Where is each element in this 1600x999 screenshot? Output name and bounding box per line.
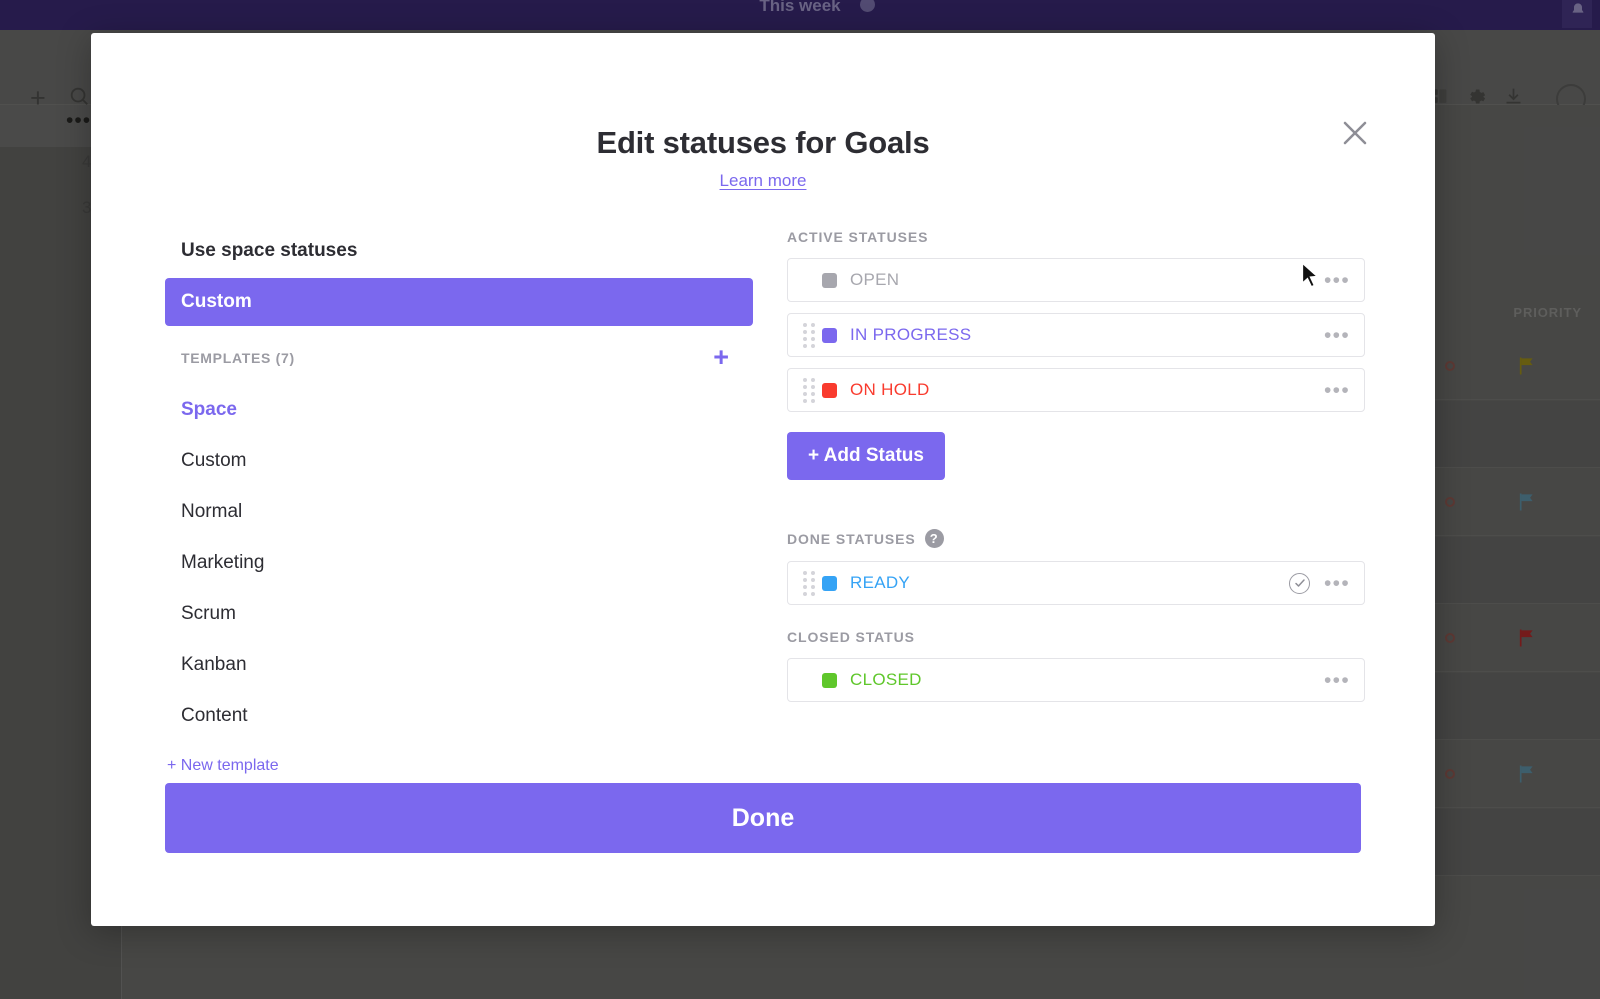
template-item-space[interactable]: Space <box>165 391 753 429</box>
active-statuses-label: ACTIVE STATUSES <box>787 229 1365 245</box>
closed-status-section: CLOSED STATUS CLOSED ••• <box>787 629 1365 702</box>
template-item-kanban[interactable]: Kanban <box>165 646 753 684</box>
check-circle-icon[interactable] <box>1289 572 1311 594</box>
done-statuses-section: DONE STATUSES ? READY ••• <box>787 529 1365 605</box>
status-name: OPEN <box>850 270 900 289</box>
status-row-open[interactable]: OPEN ••• <box>787 258 1365 302</box>
custom-statuses-option[interactable]: Custom <box>165 278 753 326</box>
templates-panel: Use space statuses Custom TEMPLATES (7) … <box>165 229 753 775</box>
closed-status-label: CLOSED STATUS <box>787 629 1365 645</box>
closed-status-label-text: CLOSED STATUS <box>787 629 915 645</box>
ellipsis-icon[interactable]: ••• <box>1324 270 1350 291</box>
learn-more-container: Learn more <box>91 171 1435 191</box>
status-name: IN PROGRESS <box>850 325 972 344</box>
status-row-closed[interactable]: CLOSED ••• <box>787 658 1365 702</box>
templates-header: TEMPLATES (7) + <box>165 326 753 377</box>
ellipsis-icon[interactable]: ••• <box>1324 670 1350 691</box>
use-space-statuses-option[interactable]: Use space statuses <box>165 229 753 273</box>
status-row-in-progress[interactable]: IN PROGRESS ••• <box>787 313 1365 357</box>
done-statuses-label: DONE STATUSES ? <box>787 529 1365 548</box>
page-title: Edit statuses for Goals <box>596 125 930 160</box>
template-item-normal[interactable]: Normal <box>165 493 753 531</box>
template-item-marketing[interactable]: Marketing <box>165 544 753 582</box>
status-row-actions: ••• <box>1324 380 1364 401</box>
templates-label: TEMPLATES (7) <box>181 349 295 366</box>
ellipsis-icon[interactable]: ••• <box>1324 573 1350 594</box>
status-row-actions: ••• <box>1324 325 1364 346</box>
done-statuses-label-text: DONE STATUSES <box>787 530 916 547</box>
status-row-actions: ••• <box>1289 572 1364 594</box>
drag-handle-icon[interactable] <box>796 570 822 596</box>
status-name: ON HOLD <box>850 380 930 399</box>
done-button[interactable]: Done <box>165 783 1361 853</box>
template-item-content[interactable]: Content <box>165 697 753 735</box>
learn-more-link[interactable]: Learn more <box>720 171 807 190</box>
active-statuses-label-text: ACTIVE STATUSES <box>787 229 929 245</box>
statuses-panel: ACTIVE STATUSES OPEN ••• IN PROGRESS ••• <box>787 229 1365 713</box>
help-icon[interactable]: ? <box>924 529 944 548</box>
status-color-swatch[interactable] <box>822 327 837 343</box>
templates-list: Space Custom Normal Marketing Scrum Kanb… <box>165 391 753 735</box>
status-color-swatch[interactable] <box>822 575 837 591</box>
template-item-scrum[interactable]: Scrum <box>165 595 753 633</box>
new-template-button[interactable]: + New template <box>165 757 753 775</box>
status-name: CLOSED <box>850 670 922 689</box>
edit-statuses-modal: Edit statuses for Goals Learn more Use s… <box>91 33 1435 926</box>
ellipsis-icon[interactable]: ••• <box>1324 325 1350 346</box>
add-status-button[interactable]: + Add Status <box>787 432 945 480</box>
status-row-on-hold[interactable]: ON HOLD ••• <box>787 368 1365 412</box>
status-row-ready[interactable]: READY ••• <box>787 561 1365 605</box>
drag-handle-icon[interactable] <box>796 322 822 348</box>
status-row-actions: ••• <box>1324 670 1364 691</box>
status-row-actions: ••• <box>1324 270 1364 291</box>
status-name: READY <box>850 573 911 592</box>
drag-handle-icon[interactable] <box>796 377 822 403</box>
plus-icon[interactable]: + <box>713 344 737 371</box>
template-item-custom[interactable]: Custom <box>165 442 753 480</box>
status-color-swatch[interactable] <box>822 382 837 398</box>
status-color-swatch[interactable] <box>822 672 837 688</box>
status-color-swatch[interactable] <box>822 272 837 288</box>
ellipsis-icon[interactable]: ••• <box>1324 380 1350 401</box>
